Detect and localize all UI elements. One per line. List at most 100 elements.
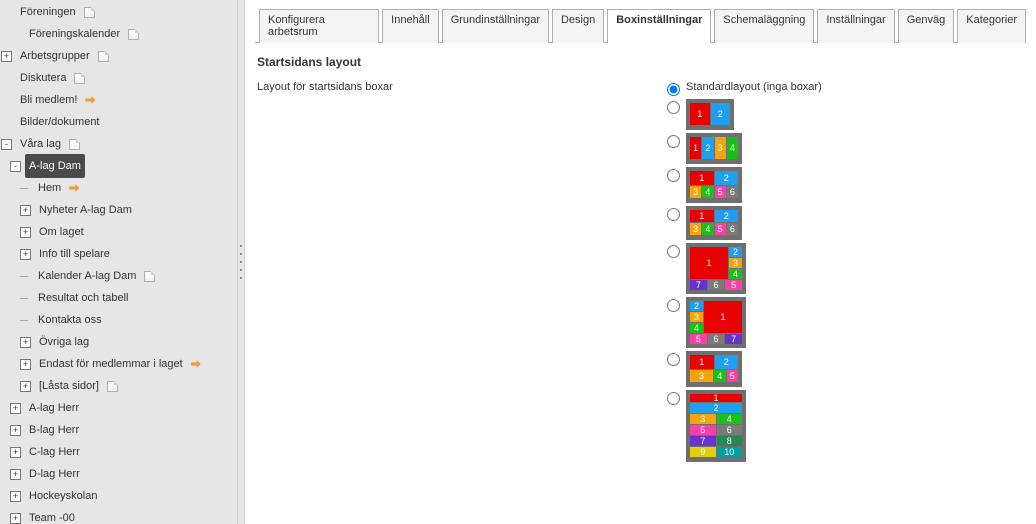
tree-item[interactable]: Diskutera — [0, 67, 237, 89]
tree-item[interactable]: + A-lag Herr — [0, 397, 237, 419]
tree-item-label: Övriga lag — [35, 330, 93, 354]
link-icon — [69, 184, 79, 192]
link-icon — [191, 360, 201, 368]
tree-item[interactable]: Bli medlem! — [0, 89, 237, 111]
tree-item[interactable]: + Endast för medlemmar i laget — [0, 353, 237, 375]
expand-icon[interactable]: + — [20, 337, 31, 348]
tab[interactable]: Schemaläggning — [714, 9, 814, 43]
layout-option[interactable]: 12345 — [667, 351, 1024, 387]
layout-thumbnail: 123456 — [686, 206, 742, 240]
layout-option[interactable]: 1234 — [667, 133, 1024, 164]
splitter[interactable] — [237, 0, 245, 524]
tree-item[interactable]: -A-lag Dam — [0, 155, 237, 177]
expand-icon[interactable]: + — [20, 359, 31, 370]
layout-thumbnail: 1234 — [686, 133, 742, 164]
main-panel: Konfigurera arbetsrumInnehållGrundinstäl… — [245, 0, 1036, 524]
tree-item-label: [Låsta sidor] — [35, 374, 103, 398]
expand-icon[interactable]: + — [10, 425, 21, 436]
tree-item[interactable]: +D-lag Herr — [0, 463, 237, 485]
collapse-icon[interactable]: - — [1, 139, 12, 150]
tab[interactable]: Konfigurera arbetsrum — [259, 9, 379, 43]
tree-item-label: C-lag Herr — [25, 440, 84, 464]
tree-item[interactable]: Föreningskalender — [0, 23, 237, 45]
layout-options: Standardlayout (inga boxar)1212341234561… — [667, 81, 1024, 465]
tree-item[interactable]: Resultat och tabell — [0, 287, 237, 309]
expand-icon[interactable]: + — [10, 513, 21, 524]
tab[interactable]: Grundinställningar — [442, 9, 549, 43]
layout-radio[interactable] — [667, 353, 680, 366]
tree-item[interactable]: + C-lag Herr — [0, 441, 237, 463]
layout-radio[interactable] — [667, 299, 680, 312]
layout-radio[interactable] — [667, 208, 680, 221]
tab[interactable]: Inställningar — [817, 9, 894, 43]
layout-option[interactable]: 1234765 — [667, 243, 1024, 294]
tree-item[interactable]: Föreningen — [0, 1, 237, 23]
tree-branch-icon — [20, 271, 30, 282]
expand-icon[interactable]: + — [10, 469, 21, 480]
tree-item[interactable]: -Våra lag — [0, 133, 237, 155]
layout-thumbnail: 2341567 — [686, 297, 746, 348]
layout-thumbnail: 12345678910 — [686, 390, 746, 462]
layout-thumbnail: 12 — [686, 99, 734, 130]
layout-radio[interactable] — [667, 245, 680, 258]
tree-item-label: Arbetsgrupper — [16, 44, 94, 68]
layout-thumbnail: 1234765 — [686, 243, 746, 294]
tree-item[interactable]: +Nyheter A-lag Dam — [0, 199, 237, 221]
layout-option[interactable]: 12 — [667, 99, 1024, 130]
tree-item-label: Resultat och tabell — [34, 286, 133, 310]
tree-item[interactable]: Bilder/dokument — [0, 111, 237, 133]
layout-thumbnail: 12345 — [686, 351, 742, 387]
expand-icon[interactable]: + — [10, 403, 21, 414]
tree-item-label: Hockeyskolan — [25, 484, 101, 508]
tab-bar: Konfigurera arbetsrumInnehållGrundinstäl… — [255, 0, 1026, 43]
tree-item[interactable]: Hem — [0, 177, 237, 199]
expand-icon[interactable]: + — [10, 447, 21, 458]
layout-option[interactable]: 123456 — [667, 206, 1024, 240]
tree-branch-icon — [20, 293, 30, 304]
page-icon — [128, 29, 139, 40]
tree-item-label: Info till spelare — [35, 242, 114, 266]
tree-item[interactable]: Kalender A-lag Dam — [0, 265, 237, 287]
link-icon — [85, 96, 95, 104]
expand-icon[interactable]: + — [20, 205, 31, 216]
tab[interactable]: Kategorier — [957, 9, 1026, 43]
layout-radio[interactable] — [667, 135, 680, 148]
expand-icon[interactable]: + — [10, 491, 21, 502]
tree-item[interactable]: + Övriga lag — [0, 331, 237, 353]
tree-item[interactable]: + [Låsta sidor] — [0, 375, 237, 397]
expand-icon[interactable]: + — [20, 227, 31, 238]
tree-item[interactable]: + Arbetsgrupper — [0, 45, 237, 67]
tree-item[interactable]: +Team -00 — [0, 507, 237, 524]
layout-radio[interactable] — [667, 169, 680, 182]
layout-radio[interactable] — [667, 83, 680, 96]
expand-icon[interactable]: + — [20, 249, 31, 260]
layout-option[interactable]: Standardlayout (inga boxar) — [667, 81, 1024, 96]
tab[interactable]: Genväg — [898, 9, 955, 43]
setting-label: Layout för startsidans boxar — [257, 81, 667, 465]
tree-item-label: Diskutera — [16, 66, 70, 90]
collapse-icon[interactable]: - — [10, 161, 21, 172]
tree-item-label: Våra lag — [16, 132, 65, 156]
tree-item-label: Hem — [34, 176, 65, 200]
layout-radio[interactable] — [667, 392, 680, 405]
tab[interactable]: Innehåll — [382, 9, 439, 43]
tree-item-label: Endast för medlemmar i laget — [35, 352, 187, 376]
tree-item[interactable]: + Info till spelare — [0, 243, 237, 265]
layout-option-text: Standardlayout (inga boxar) — [686, 81, 822, 93]
layout-option[interactable]: 123456 — [667, 167, 1024, 203]
tab[interactable]: Design — [552, 9, 604, 43]
layout-option[interactable]: 12345678910 — [667, 390, 1024, 462]
layout-radio[interactable] — [667, 101, 680, 114]
tab[interactable]: Boxinställningar — [607, 9, 711, 43]
expand-icon[interactable]: + — [1, 51, 12, 62]
layout-option[interactable]: 2341567 — [667, 297, 1024, 348]
page-icon — [74, 73, 85, 84]
tree-item[interactable]: + B-lag Herr — [0, 419, 237, 441]
tree-item[interactable]: +Om laget — [0, 221, 237, 243]
tree-item-label: A-lag Herr — [25, 396, 83, 420]
tree-item[interactable]: Kontakta oss — [0, 309, 237, 331]
page-icon — [98, 51, 109, 62]
tree-item-label: B-lag Herr — [25, 418, 83, 442]
tree-item[interactable]: + Hockeyskolan — [0, 485, 237, 507]
expand-icon[interactable]: + — [20, 381, 31, 392]
